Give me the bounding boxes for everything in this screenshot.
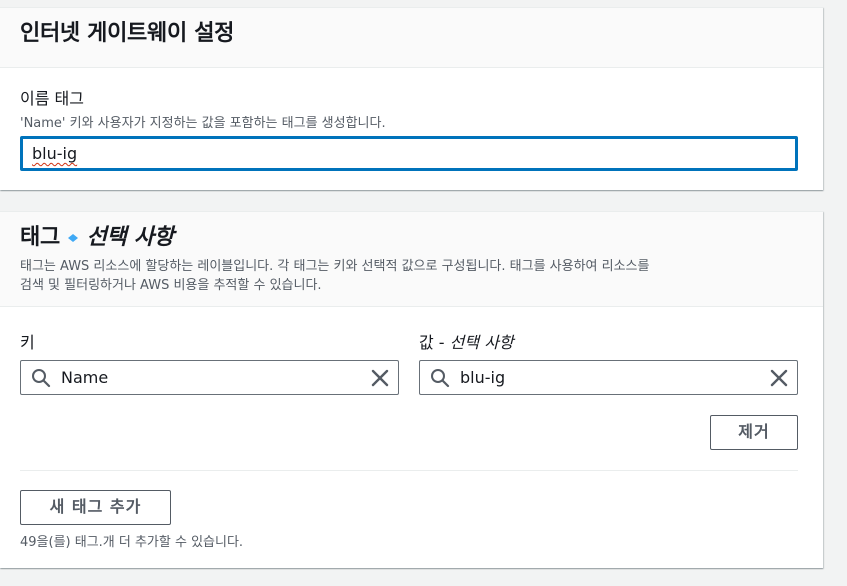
tag-key-value: Name [61, 368, 109, 387]
panel-title: 인터넷 게이트웨이 설정 [20, 21, 235, 46]
remaining-tags-note: 49을(를) 태그.개 더 추가할 수 있습니다. [20, 535, 244, 550]
close-icon[interactable] [370, 368, 390, 388]
close-icon[interactable] [769, 368, 789, 388]
tags-panel: 태그 선택 사항 태그는 AWS 리소스에 할당하는 레이블입니다. 각 태그는… [0, 211, 823, 568]
tag-value-value: blu-ig [460, 368, 506, 387]
name-tag-label: 이름 태그 [20, 89, 84, 108]
panel-title-optional: 선택 사항 [86, 225, 174, 250]
key-label: 키 [20, 333, 35, 352]
name-tag-input[interactable]: blu-ig [20, 136, 798, 171]
panel-header: 인터넷 게이트웨이 설정 [0, 8, 823, 68]
name-tag-field: 이름 태그 'Name' 키와 사용자가 지정하는 값을 포함하는 태그를 생성… [20, 85, 386, 133]
panel-title-main: 태그 [20, 225, 60, 250]
tag-value-input[interactable]: blu-ig [419, 360, 798, 395]
name-tag-description: 'Name' 키와 사용자가 지정하는 값을 포함하는 태그를 생성합니다. [20, 116, 386, 131]
panel-title: 태그 선택 사항 [20, 224, 803, 252]
value-label-optional: 선택 사항 [449, 333, 514, 352]
name-tag-input-value: blu-ig [32, 144, 78, 163]
tags-description-line1: 태그는 AWS 리소스에 할당하는 레이블입니다. 각 태그는 키와 선택적 값… [20, 259, 650, 274]
tag-key-input[interactable]: Name [20, 360, 399, 395]
panel-header: 태그 선택 사항 태그는 AWS 리소스에 할당하는 레이블입니다. 각 태그는… [0, 212, 823, 307]
search-icon [431, 369, 450, 388]
remove-tag-button[interactable]: 제거 [710, 415, 798, 450]
value-label-prefix: 값 - [419, 333, 450, 352]
tags-description-line2: 검색 및 필터링하거나 AWS 비용을 추적할 수 있습니다. [20, 278, 322, 293]
internet-gateway-settings-panel: 인터넷 게이트웨이 설정 이름 태그 'Name' 키와 사용자가 지정하는 값… [0, 7, 823, 190]
diamond-icon [68, 234, 79, 242]
search-icon [32, 369, 51, 388]
add-new-tag-button[interactable]: 새 태그 추가 [20, 490, 171, 525]
value-label: 값 - 선택 사항 [419, 329, 514, 353]
divider [20, 470, 798, 471]
